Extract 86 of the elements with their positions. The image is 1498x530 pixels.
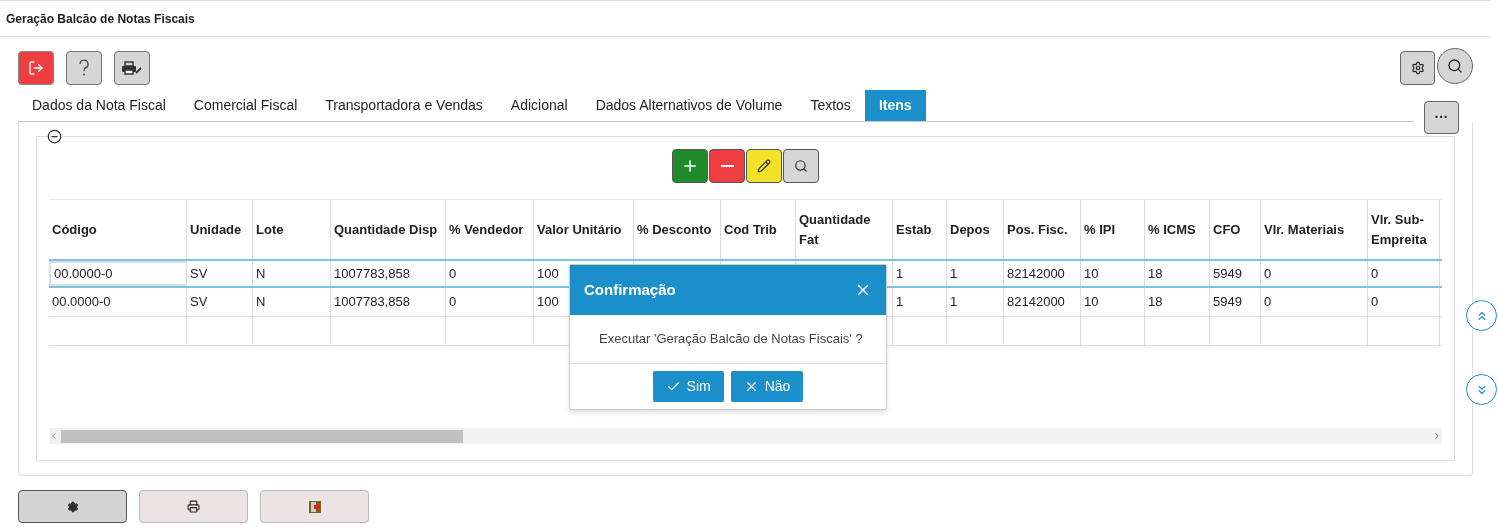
print-button[interactable]: [139, 490, 248, 523]
exit-button[interactable]: [18, 51, 54, 85]
column-header: Vlr. Sub-Empreita: [1371, 210, 1428, 249]
search-icon: [794, 159, 808, 173]
dialog-message: Executar 'Geração Balcão de Notas Fiscais' ?: [599, 330, 863, 349]
column-header: % IPI: [1084, 220, 1116, 239]
table-cell-text: SV: [190, 264, 208, 283]
table-cell-text: N: [256, 293, 266, 312]
settings-icon: [1410, 61, 1425, 75]
table-cell-text: 82142000: [1007, 264, 1065, 283]
printer-wrench-icon: [121, 61, 143, 75]
tab[interactable]: Dados da Nota Fiscal: [18, 90, 180, 121]
column-header: Unidade: [190, 220, 242, 239]
no-button[interactable]: Não: [730, 371, 804, 402]
tab[interactable]: Textos: [796, 90, 865, 121]
minus-icon: [720, 165, 734, 167]
table-cell-text: 0: [1264, 264, 1272, 283]
scroll-right-icon[interactable]: [1432, 431, 1442, 441]
tab[interactable]: Adicional: [496, 90, 582, 121]
column-header: Quantidade Disp: [334, 220, 438, 239]
scroll-up-button[interactable]: [1466, 300, 1497, 331]
tab[interactable]: Itens: [864, 90, 926, 121]
column-header: Estab: [896, 220, 932, 239]
column-header: Cod Trib: [724, 220, 777, 239]
column-header: Valor Unitário: [537, 220, 622, 239]
column-header: CFO: [1213, 220, 1241, 239]
table-cell-text: 18: [1148, 293, 1163, 312]
settings-button[interactable]: [18, 490, 127, 523]
collapse-icon[interactable]: [47, 129, 62, 144]
edit-button[interactable]: [746, 149, 782, 183]
table-cell-text: 1007783,858: [334, 293, 410, 312]
column-header: Código: [52, 220, 97, 239]
table-cell-text: 1: [896, 264, 904, 283]
table-cell-text: 100: [537, 264, 559, 283]
table-cell-text: 5949: [1213, 293, 1242, 312]
find-button[interactable]: [783, 149, 819, 183]
table-cell-text: 1: [950, 264, 958, 283]
table-cell-text: 18: [1148, 264, 1163, 283]
question-mark-icon: [78, 59, 90, 77]
table-cell-text: 5949: [1213, 264, 1242, 283]
column-header: % Desconto: [637, 220, 712, 239]
table-cell-text: 0: [1371, 293, 1379, 312]
plus-icon: [681, 157, 699, 175]
tab[interactable]: Dados Alternativos de Volume: [581, 90, 797, 121]
scroll-down-button[interactable]: [1466, 374, 1497, 405]
column-header: Vlr. Materiais: [1264, 220, 1345, 239]
pencil-icon: [757, 159, 771, 173]
column-header: % Vendedor: [449, 220, 524, 239]
yes-button[interactable]: Sim: [652, 371, 724, 402]
column-header: Quantidade Fat: [799, 210, 872, 249]
tab[interactable]: Comercial Fiscal: [179, 90, 312, 121]
table-cell-text: 00.0000-0: [52, 293, 111, 312]
table-cell-text: 0: [1371, 264, 1379, 283]
column-header: % ICMS: [1148, 220, 1196, 239]
table-cell-text: 10: [1084, 264, 1099, 283]
column-header: Pos. Fisc.: [1007, 220, 1068, 239]
table-cell-text: 82142000: [1007, 293, 1065, 312]
column-header: Depos: [950, 220, 990, 239]
search-button[interactable]: [1437, 48, 1473, 84]
table-cell-text: 00.0000-0: [54, 264, 113, 283]
table-cell-text: SV: [190, 293, 208, 312]
table-cell-text: 1: [950, 293, 958, 312]
table-cell-text: 1007783,858: [334, 264, 410, 283]
table-cell-text: 0: [449, 293, 457, 312]
table-cell-text: 0: [1264, 293, 1272, 312]
search-icon: [1447, 58, 1463, 74]
print-settings-button[interactable]: [114, 51, 150, 85]
table-cell-text: 100: [537, 293, 559, 312]
exit-icon: [28, 60, 44, 76]
printer-icon: [187, 500, 200, 513]
table-cell-text: N: [256, 264, 266, 283]
help-button[interactable]: [66, 51, 102, 85]
remove-button[interactable]: [709, 149, 745, 183]
gear-icon: [66, 500, 79, 513]
window-title: Geração Balcão de Notas Fiscais: [6, 10, 195, 28]
table-cell-text: 0: [449, 264, 457, 283]
horizontal-scrollbar[interactable]: [49, 428, 1442, 444]
more-button[interactable]: ···: [1424, 101, 1459, 134]
export-button[interactable]: [260, 490, 369, 523]
scrollbar-thumb[interactable]: [61, 429, 463, 443]
table-cell-text: 10: [1084, 293, 1099, 312]
column-header: Lote: [256, 220, 284, 239]
settings-button[interactable]: [1400, 51, 1435, 85]
tab[interactable]: Transportadora e Vendas: [311, 90, 497, 121]
add-button[interactable]: [672, 149, 708, 183]
table-cell-text: 1: [896, 293, 904, 312]
